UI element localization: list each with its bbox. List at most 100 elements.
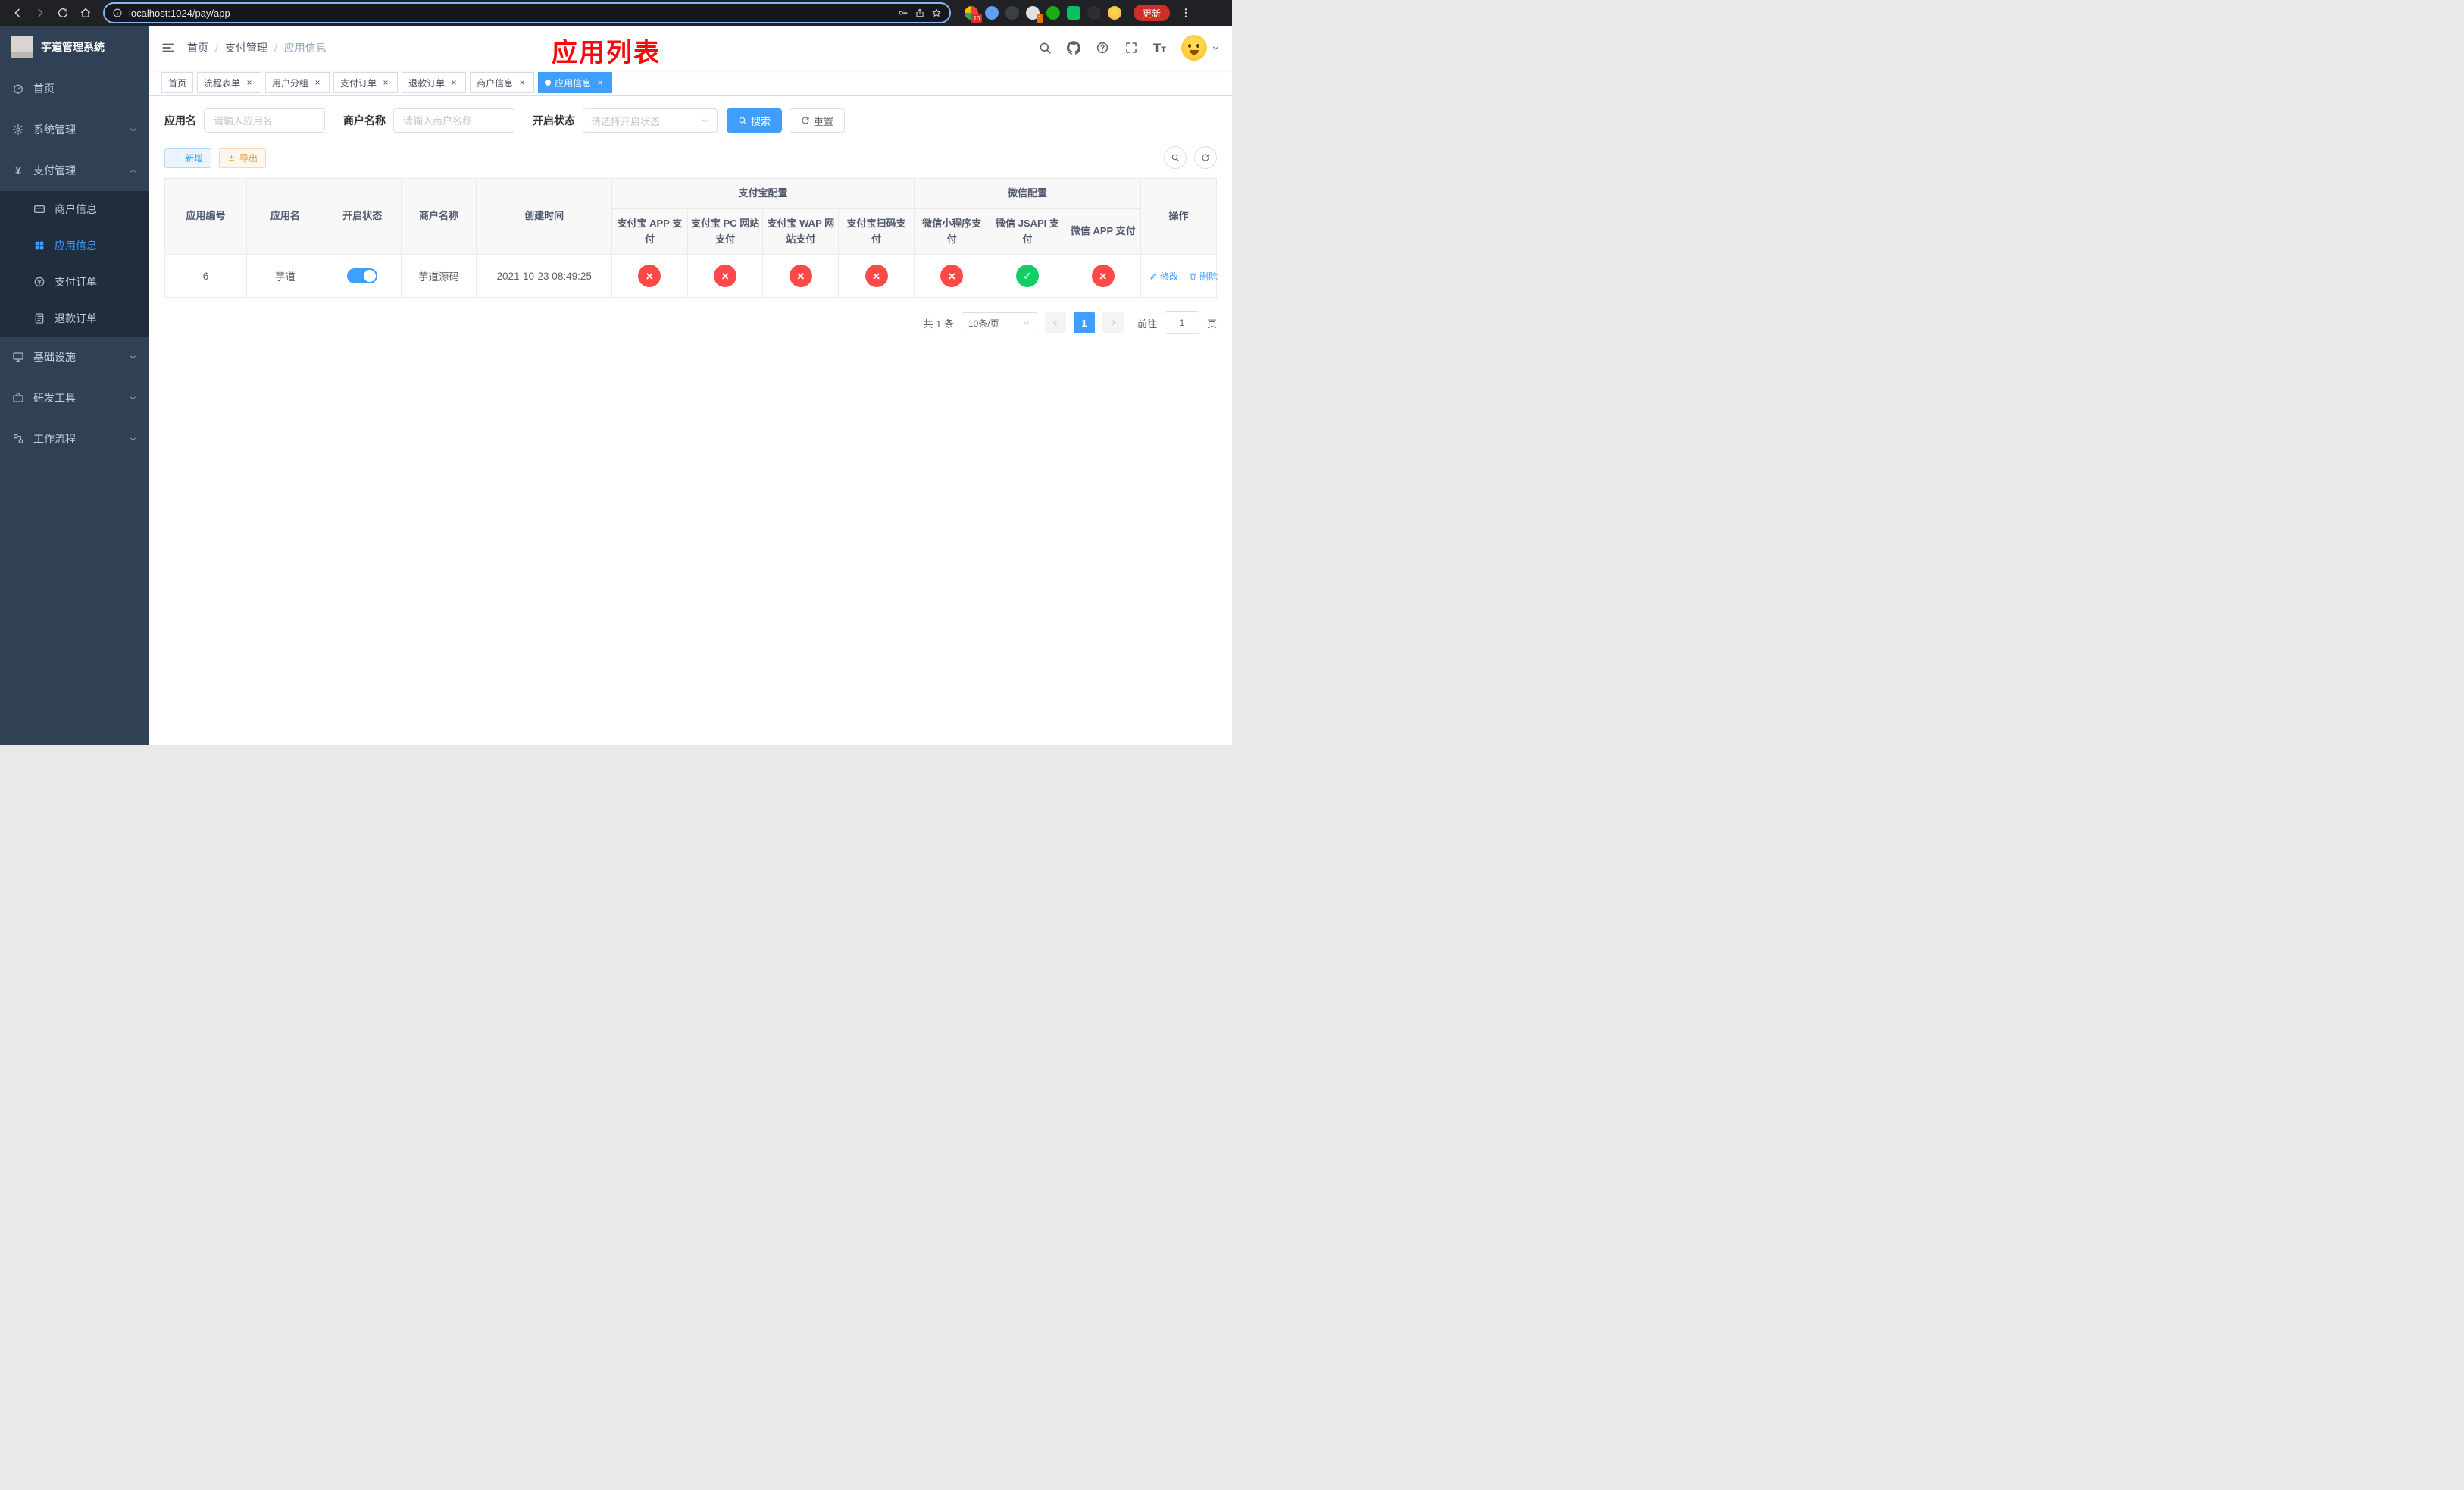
update-button[interactable]: 更新 (1134, 5, 1171, 21)
workflow-icon (12, 433, 24, 445)
sidebar-item-merchant-info[interactable]: 商户信息 (0, 191, 149, 227)
github-icon[interactable] (1067, 41, 1080, 55)
app-name-label: 应用名 (164, 114, 196, 127)
app-logo[interactable]: 芋道管理系统 (0, 26, 149, 68)
status-select[interactable]: 请选择开启状态 (583, 108, 718, 133)
close-icon[interactable] (244, 77, 255, 88)
page-size-select[interactable]: 10条/页 (961, 312, 1037, 334)
export-button[interactable]: 导出 (219, 147, 267, 168)
close-icon[interactable] (595, 77, 605, 88)
chevron-right-icon (1108, 318, 1118, 327)
forward-icon[interactable] (30, 3, 50, 23)
info-icon[interactable] (112, 8, 123, 18)
breadcrumb-separator (215, 42, 218, 54)
sidebar-item-home[interactable]: 首页 (0, 68, 149, 109)
close-icon[interactable] (449, 77, 459, 88)
search-icon[interactable] (1038, 41, 1052, 55)
tab-label: 应用信息 (555, 77, 592, 89)
tab-label: 支付订单 (340, 77, 377, 89)
page-number-button[interactable]: 1 (1073, 312, 1095, 334)
tab-flow-form[interactable]: 流程表单 (197, 72, 262, 93)
extension-badge: 10 (971, 14, 982, 23)
extension-icon[interactable] (1067, 6, 1080, 20)
extension-icon[interactable] (1046, 6, 1060, 20)
key-icon[interactable] (898, 8, 908, 18)
add-button[interactable]: 新增 (164, 147, 212, 168)
sidebar-item-system[interactable]: 系统管理 (0, 109, 149, 150)
tab-refund-order[interactable]: 退款订单 (402, 72, 467, 93)
sidebar-item-pay-order[interactable]: 支付订单 (0, 264, 149, 300)
alipay-wap-status-icon (789, 265, 812, 288)
user-avatar[interactable] (1181, 35, 1220, 61)
reload-icon[interactable] (53, 3, 73, 23)
col-actions: 操作 (1140, 177, 1217, 255)
sidebar-item-refund-order[interactable]: 退款订单 (0, 300, 149, 337)
gear-icon (12, 124, 24, 136)
sidebar-item-infrastructure[interactable]: 基础设施 (0, 337, 149, 377)
extension-icon[interactable] (1087, 6, 1101, 20)
search-button[interactable]: 搜索 (727, 108, 783, 133)
merchant-name-label: 商户名称 (343, 114, 386, 127)
delete-link[interactable]: 删除 (1189, 270, 1218, 283)
chevron-down-icon (1212, 44, 1220, 52)
chevron-down-icon (1022, 319, 1030, 327)
app-table: 应用编号 应用名 开启状态 商户名称 创建时间 支付宝配置 微信配置 操作 支付… (164, 177, 1218, 299)
address-bar[interactable]: localhost:1024/pay/app (103, 2, 951, 23)
refresh-table-button[interactable] (1194, 146, 1217, 169)
sidebar-item-label: 首页 (33, 83, 55, 95)
breadcrumb-item-payment[interactable]: 支付管理 (225, 40, 267, 55)
breadcrumb-separator (274, 42, 277, 54)
cell-actions: 修改 删除 (1140, 254, 1218, 299)
menu-dots-icon[interactable] (1176, 3, 1196, 23)
back-icon[interactable] (8, 3, 27, 23)
app-name-input[interactable] (204, 108, 325, 133)
refresh-icon (1201, 153, 1210, 162)
sidebar-item-workflow[interactable]: 工作流程 (0, 418, 149, 459)
tab-pay-order[interactable]: 支付订单 (333, 72, 399, 93)
status-toggle[interactable] (347, 268, 378, 284)
merchant-name-input[interactable] (393, 108, 514, 133)
tab-label: 用户分组 (272, 77, 309, 89)
extension-icon[interactable] (1005, 6, 1019, 20)
cell-app-id: 6 (164, 254, 248, 299)
col-wechat-app: 微信 APP 支付 (1065, 208, 1142, 255)
extension-icon[interactable] (985, 6, 999, 20)
url-text[interactable]: localhost:1024/pay/app (129, 8, 892, 19)
next-page-button[interactable] (1102, 312, 1124, 334)
prev-page-button[interactable] (1044, 312, 1066, 334)
star-icon[interactable] (931, 8, 942, 18)
extension-icon[interactable] (1108, 6, 1121, 20)
reset-button[interactable]: 重置 (790, 108, 846, 133)
tab-app-info[interactable]: 应用信息 (538, 72, 613, 93)
sidebar-item-payment[interactable]: 支付管理 (0, 150, 149, 191)
close-icon[interactable] (312, 77, 323, 88)
refresh-icon (801, 116, 810, 125)
extension-icon[interactable]: 10 (965, 6, 982, 23)
app-title: 芋道管理系统 (41, 41, 105, 53)
toggle-search-button[interactable] (1164, 146, 1187, 169)
fullscreen-icon[interactable] (1124, 41, 1138, 55)
extension-icon[interactable]: 1 (1026, 6, 1043, 23)
wechat-mini-status-icon (940, 265, 964, 288)
tab-user-group[interactable]: 用户分组 (265, 72, 330, 93)
col-merchant: 商户名称 (400, 177, 477, 255)
breadcrumb-item-home[interactable]: 首页 (187, 40, 208, 55)
sidebar-item-label: 退款订单 (55, 312, 97, 324)
hamburger-icon[interactable] (161, 41, 175, 55)
goto-label: 前往 (1137, 318, 1157, 330)
tab-merchant-info[interactable]: 商户信息 (470, 72, 535, 93)
tab-home[interactable]: 首页 (161, 72, 194, 93)
share-icon[interactable] (915, 8, 925, 18)
help-icon[interactable] (1096, 41, 1109, 55)
breadcrumb-item-current: 应用信息 (283, 42, 327, 54)
main-area: 首页 支付管理 应用信息 (149, 26, 1232, 745)
sidebar-item-devtools[interactable]: 研发工具 (0, 377, 149, 418)
close-icon[interactable] (517, 77, 527, 88)
close-icon[interactable] (380, 77, 391, 88)
home-icon[interactable] (76, 3, 95, 23)
edit-link[interactable]: 修改 (1149, 270, 1178, 283)
chevron-down-icon (701, 117, 709, 125)
sidebar-item-app-info[interactable]: 应用信息 (0, 227, 149, 264)
font-size-icon[interactable] (1153, 42, 1166, 55)
goto-page-input[interactable] (1164, 311, 1199, 335)
